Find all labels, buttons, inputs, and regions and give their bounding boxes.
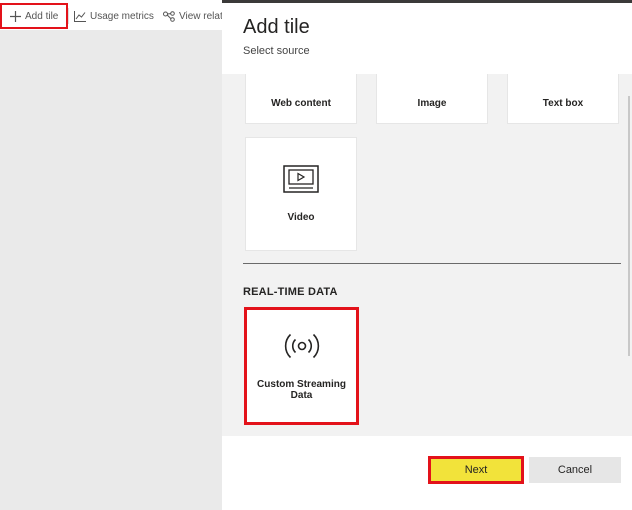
section-divider (243, 263, 621, 264)
tile-label: Web content (271, 97, 331, 109)
usage-metrics-label: Usage metrics (90, 10, 154, 22)
report-toolbar: Add tile Usage metrics View relate (0, 0, 222, 30)
panel-top-border (222, 0, 632, 3)
realtime-section-title: REAL-TIME DATA (243, 286, 338, 298)
add-tile-button[interactable]: Add tile (0, 3, 68, 29)
tile-text-box[interactable]: Text box (507, 74, 619, 124)
tile-label: Video (287, 212, 315, 223)
tile-label: Text box (542, 97, 584, 109)
tile-label: Custom Streaming Data (257, 378, 346, 401)
tile-web-content[interactable]: Web content (245, 74, 357, 124)
tile-custom-streaming-data[interactable]: Custom Streaming Data (244, 307, 359, 425)
tile-label: Image (417, 97, 447, 109)
toolbar-divider (68, 8, 69, 24)
add-tile-panel: Add tile Select source Web content Image… (222, 0, 632, 510)
broadcast-signal-icon (282, 332, 322, 365)
share-nodes-icon (163, 10, 175, 22)
view-related-button[interactable]: View relate (163, 3, 222, 29)
panel-scrollbar[interactable] (628, 96, 630, 356)
usage-metrics-button[interactable]: Usage metrics (74, 3, 154, 29)
cancel-button[interactable]: Cancel (529, 457, 621, 483)
add-tile-label: Add tile (25, 10, 59, 22)
next-button[interactable]: Next (428, 456, 524, 484)
line-chart-icon (74, 10, 86, 22)
panel-title: Add tile (243, 16, 310, 38)
panel-footer: Next Cancel (222, 436, 632, 510)
tile-video[interactable]: Video (245, 137, 357, 251)
plus-icon (10, 10, 21, 22)
panel-subtitle: Select source (243, 45, 310, 57)
view-related-label: View relate (179, 10, 222, 22)
source-list[interactable]: Web content Image Text box Video REAL-TI… (222, 74, 632, 436)
dashboard-canvas (0, 30, 222, 510)
tile-image[interactable]: Image (376, 74, 488, 124)
video-player-icon (283, 165, 319, 198)
